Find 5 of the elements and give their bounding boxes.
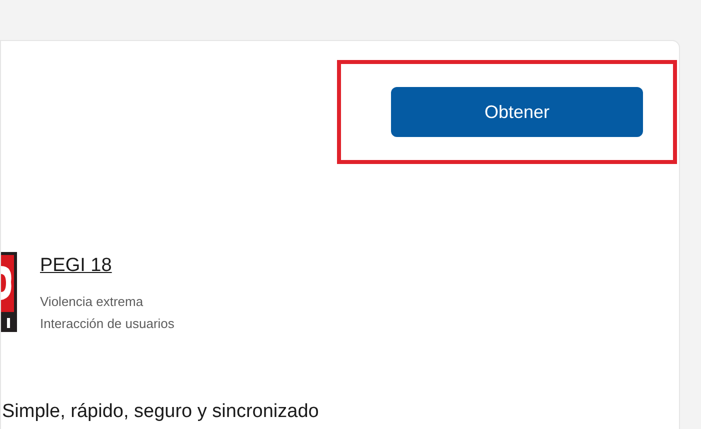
rating-descriptor: Interacción de usuarios (40, 315, 174, 333)
app-description: Simple, rápido, seguro y sincronizado (2, 400, 320, 424)
get-button[interactable]: Obtener (391, 87, 643, 137)
rating-descriptor: Violencia extrema (40, 293, 144, 311)
rating-title[interactable]: PEGI 18 (40, 253, 174, 279)
